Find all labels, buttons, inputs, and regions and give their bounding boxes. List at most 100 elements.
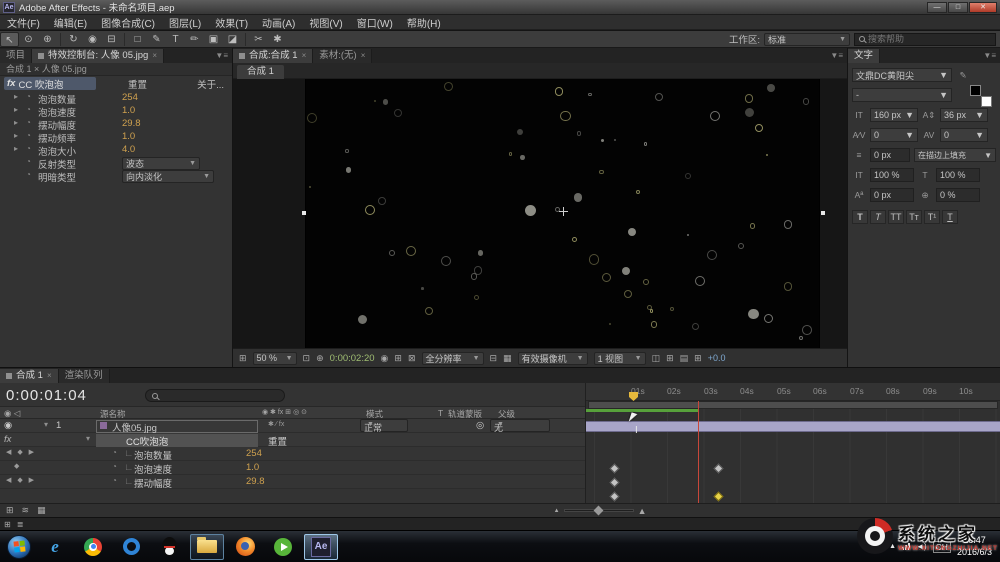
work-area-bar[interactable] [588,401,998,409]
shape-tool-icon[interactable]: □ [128,32,147,47]
property-row[interactable]: ◆ ◔ ∟ 泡泡速度 1.0 [0,461,585,475]
eraser-tool-icon[interactable]: ◪ [223,32,242,47]
baseline-shift-value[interactable]: 0 px [870,188,914,202]
region-of-interest-icon[interactable]: ⊟ [490,353,498,364]
effect-reset-button[interactable]: 重置 [268,434,287,448]
selection-tool-icon[interactable]: ↖ [0,32,19,47]
taskbar-icon-file-explorer[interactable] [190,534,224,560]
grid-options-icon[interactable]: ⊞ [239,353,247,364]
minimize-button[interactable]: — [927,2,947,13]
property-value[interactable]: 1.0 [122,105,135,116]
small-caps-button[interactable]: Tᴛ [906,210,922,224]
taskbar-icon-after-effects[interactable]: Ae [304,534,338,560]
puppet-tool-icon[interactable]: ✱ [268,32,287,47]
timeline-zoom-control[interactable]: ▲ ▲ [554,506,647,516]
snapshot-camera-icon[interactable]: ◉ [381,353,389,364]
stroke-width-value[interactable]: 0 px [870,148,910,162]
resolution-dropdown[interactable]: 全分辨率▼ [422,352,484,365]
close-icon[interactable]: × [361,49,366,63]
layer-edge-handle[interactable] [302,211,306,215]
property-value[interactable]: 29.8 [246,476,265,487]
eyedropper-icon[interactable]: ✎ [956,70,970,81]
composition-viewport[interactable] [233,79,847,348]
eye-icon[interactable]: ◉ [4,420,12,431]
restore-button[interactable]: □ [948,2,968,13]
camera-tool-icon[interactable]: ◉ [83,32,102,47]
taskbar-icon-firefox[interactable] [228,534,262,560]
toggle-icon[interactable]: ⊞ [4,520,11,529]
font-style-dropdown[interactable]: -▼ [852,88,952,102]
stopwatch-icon[interactable]: ◔ [26,92,31,101]
keyframe-diamond[interactable] [714,464,724,474]
stopwatch-icon[interactable]: ◔ [26,118,31,127]
subtab-comp-1[interactable]: 合成 1 [237,65,284,79]
zoom-slider-handle[interactable] [593,506,603,516]
stopwatch-icon[interactable]: ◔ [26,157,31,166]
property-label[interactable]: 泡泡数量 [134,448,172,462]
panel-menu-icon[interactable]: ▼≡ [211,49,232,63]
close-icon[interactable]: × [47,369,52,383]
twirl-arrow-icon[interactable]: ▾ [86,434,90,443]
horizontal-scale-value[interactable]: 100 % [936,168,980,182]
stopwatch-icon[interactable]: ◔ [112,462,117,471]
time-ruler[interactable]: 01s 02s 03s 04s 05s 06s 07s 08s 09s 10s [586,383,1000,401]
property-value[interactable]: 254 [122,92,138,103]
keyframe-navigator[interactable]: ◀ ◆ ▶ [6,476,36,484]
graph-editor-icon[interactable]: ≋ [22,505,30,516]
menu-composition[interactable]: 图像合成(C) [94,15,162,30]
toggle-icon[interactable]: ≣ [17,520,24,529]
close-button[interactable]: ✕ [969,2,997,13]
twirl-arrow-icon[interactable]: ▸ [14,105,18,114]
parent-dropdown[interactable]: 无▼ [490,419,550,432]
exposure-value[interactable]: +0.0 [708,353,726,363]
composition-frame[interactable] [305,79,820,348]
property-label[interactable]: 摆动幅度 [134,476,172,490]
timeline-search-box[interactable] [145,389,285,402]
blend-mode-dropdown[interactable]: 正常▼ [360,419,408,432]
transfer-controls-icon[interactable]: ▦ [37,505,46,516]
zoom-out-mountain-icon[interactable]: ▲ [554,508,560,514]
kerning-dropdown[interactable]: 0▼ [870,128,918,142]
superscript-button[interactable]: T¹ [924,210,940,224]
tab-character[interactable]: 文字 [848,49,880,63]
menu-layer[interactable]: 图层(L) [162,15,208,30]
font-family-dropdown[interactable]: 文鼎DC黄阳尖▼ [852,68,952,82]
menu-effect[interactable]: 效果(T) [208,15,255,30]
layer-duration-bar[interactable] [586,421,1000,432]
active-camera-dropdown[interactable]: 有效摄像机▼ [518,352,588,365]
tsume-value[interactable]: 0 % [936,188,980,202]
stopwatch-icon[interactable]: ◔ [26,131,31,140]
twirl-arrow-icon[interactable]: ▸ [14,118,18,127]
subscript-button[interactable]: T [942,210,958,224]
hand-tool-icon[interactable]: ⊙ [19,32,38,47]
rotate-tool-icon[interactable]: ↻ [64,32,83,47]
property-label[interactable]: 泡泡速度 [134,462,172,476]
taskbar-icon-media-player[interactable] [266,534,300,560]
tab-composition[interactable]: 合成:合成 1 × [233,49,313,63]
zoom-slider-track[interactable] [564,509,634,512]
layer-edge-handle[interactable] [821,211,825,215]
tab-effect-controls[interactable]: 特效控制台: 人像 05.jpg × [32,49,164,63]
tab-timeline-comp[interactable]: 合成 1 × [0,369,59,383]
stopwatch-icon[interactable]: ◔ [26,144,31,153]
composition-timecode[interactable]: 0:00:02:20 [330,353,375,364]
close-icon[interactable]: × [152,49,157,63]
faux-bold-button[interactable]: T [852,210,868,224]
timeline-track-area[interactable]: 01s 02s 03s 04s 05s 06s 07s 08s 09s 10s … [585,383,1000,503]
twirl-arrow-icon[interactable]: ▸ [14,131,18,140]
flowchart-icon[interactable]: ⊞ [694,353,702,364]
channels-icon[interactable]: ⊠ [408,353,416,364]
tab-render-queue[interactable]: 渲染队列 [59,369,110,383]
text-tool-icon[interactable]: T [166,32,185,47]
transparency-grid-icon[interactable]: ▦ [503,353,512,364]
safe-margins-icon[interactable]: ⊡ [303,353,311,364]
stopwatch-icon[interactable]: ◔ [26,105,31,114]
keyframe-navigator[interactable]: ◀ ◆ ▶ [6,448,36,456]
menu-help[interactable]: 帮助(H) [400,15,448,30]
stopwatch-icon[interactable]: ◔ [26,170,31,179]
twirl-arrow-icon[interactable]: ▸ [14,144,18,153]
property-row[interactable]: ◀ ◆ ▶ ◔ ∟ 摆动幅度 29.8 [0,475,585,489]
brush-tool-icon[interactable]: ✏ [185,32,204,47]
zoom-tool-icon[interactable]: ⊕ [38,32,57,47]
help-search-input[interactable] [868,34,978,44]
